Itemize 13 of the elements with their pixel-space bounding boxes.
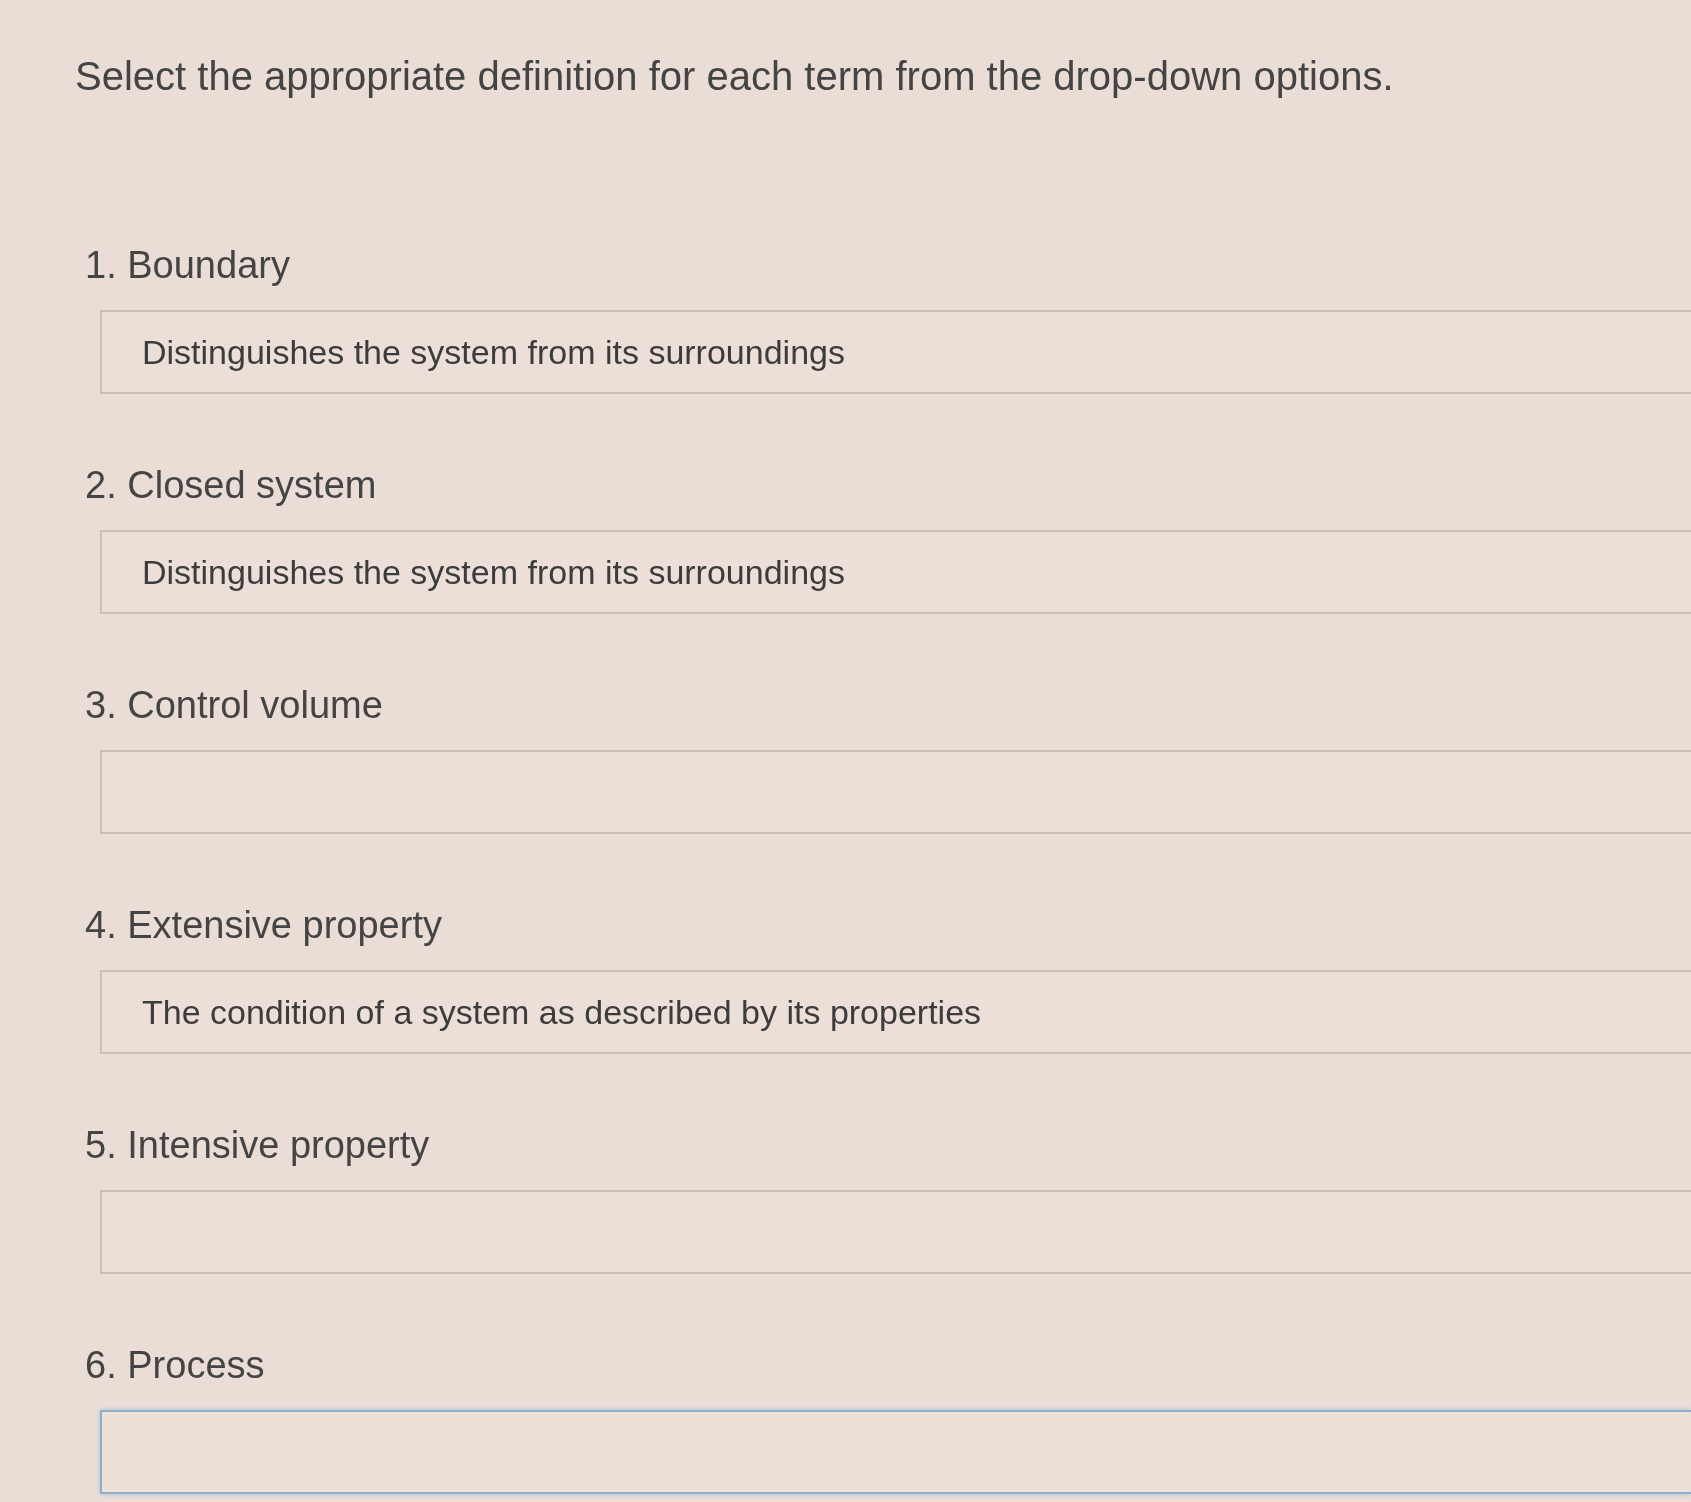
question-label: 2. Closed system [84,463,377,508]
question-label: 6. Process [84,1343,265,1388]
dropdown-field[interactable]: Distinguishes the system from its surroundings [100,530,1691,614]
question-label: 5. Intensive property [84,1123,430,1168]
dropdown-field[interactable] [100,750,1691,834]
dropdown-field[interactable] [100,1410,1691,1494]
instruction-text: Select the appropriate definition for each term from the drop-down options. [75,53,1394,100]
question-label: 4. Extensive property [84,903,442,948]
dropdown-field[interactable]: The condition of a system as described by its properties [100,970,1691,1054]
question-label: 1. Boundary [84,243,290,288]
question-label: 3. Control volume [84,683,383,728]
dropdown-field[interactable]: Distinguishes the system from its surroundings [100,310,1691,394]
dropdown-field[interactable] [100,1190,1691,1274]
